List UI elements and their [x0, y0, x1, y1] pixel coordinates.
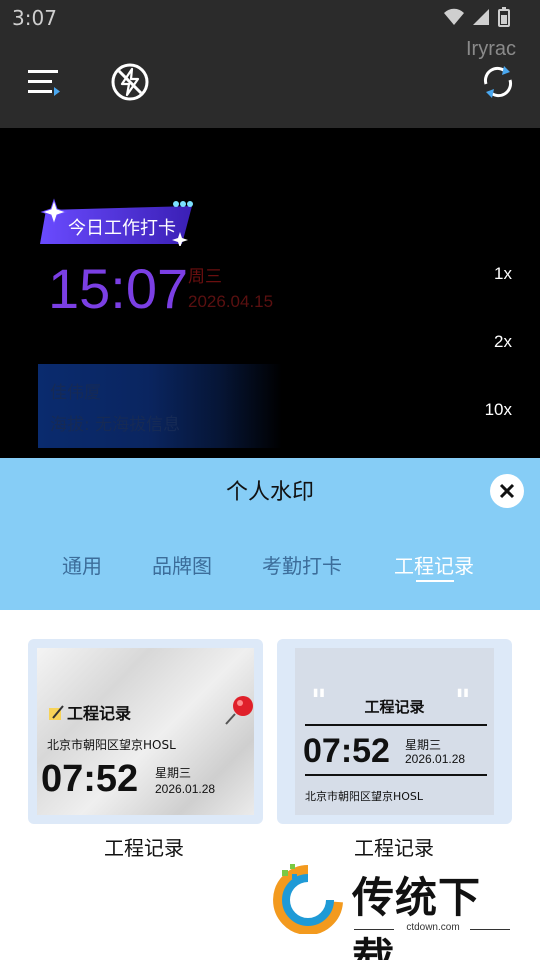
- template-1-date: 2026.01.28: [155, 782, 216, 796]
- template-1-time: 07:52: [41, 758, 139, 800]
- pushpin-icon: [225, 696, 253, 725]
- divider: [305, 774, 487, 776]
- watermark-sheet-header: 个人水印 通用 品牌图 考勤打卡 工程记录: [0, 458, 540, 610]
- flash-toggle-button[interactable]: [108, 60, 152, 104]
- template-1-label: 工程记录: [104, 836, 184, 860]
- template-2-time: 07:52: [303, 732, 390, 770]
- zoom-1x-button[interactable]: 1x: [494, 264, 512, 284]
- template-2-address: 北京市朝阳区望京HOSL: [305, 790, 424, 803]
- status-time: 3:07: [12, 6, 57, 30]
- menu-button[interactable]: [22, 60, 66, 104]
- note-icon: [49, 705, 64, 720]
- site-logo-icon: [273, 864, 343, 934]
- user-tag: Iryrac: [466, 38, 516, 60]
- template-card-2[interactable]: " " 工程记录 07:52 星期三 2026.01.28 北京市朝阳区望京HO…: [277, 639, 512, 824]
- tab-brand-image[interactable]: 品牌图: [152, 550, 212, 579]
- site-logo: 传统下载 ctdown.com: [268, 862, 518, 960]
- template-1-title: 工程记录: [67, 704, 132, 723]
- template-preview-1: 工程记录 北京市朝阳区望京HOSL 07:52 星期三 2026.01.28: [37, 648, 254, 815]
- flash-off-icon: [111, 63, 149, 101]
- watermark-time: 15:07: [48, 257, 189, 320]
- status-icons: [444, 7, 510, 27]
- divider: [305, 724, 487, 726]
- watermark-altitude: 海拔: 无海拔信息: [50, 415, 181, 435]
- watermark-badge-text: 今日工作打卡: [68, 218, 176, 239]
- divider: [470, 929, 510, 930]
- battery-icon: [498, 7, 510, 27]
- close-button[interactable]: [490, 474, 524, 508]
- tab-attendance[interactable]: 考勤打卡: [262, 550, 342, 579]
- watermark-name: 佳伟厦: [50, 383, 101, 403]
- template-2-label: 工程记录: [354, 836, 434, 860]
- tab-engineering-record[interactable]: 工程记录: [394, 550, 474, 579]
- refresh-icon: [483, 66, 513, 98]
- template-preview-2: " " 工程记录 07:52 星期三 2026.01.28 北京市朝阳区望京HO…: [295, 648, 494, 815]
- template-2-date: 2026.01.28: [405, 752, 466, 766]
- wifi-icon: [444, 8, 464, 25]
- template-card-1[interactable]: 工程记录 北京市朝阳区望京HOSL 07:52 星期三 2026.01.28: [28, 639, 263, 824]
- zoom-2x-button[interactable]: 2x: [494, 332, 512, 352]
- watermark-info-panel: 佳伟厦 海拔: 无海拔信息: [38, 364, 282, 448]
- site-logo-name: 传统下载: [352, 873, 482, 960]
- menu-icon: [28, 70, 60, 96]
- watermark-weekday: 周三: [188, 267, 222, 287]
- top-bar: 3:07 Iryrac: [0, 0, 540, 128]
- active-tab-indicator: [416, 580, 454, 582]
- template-2-weekday: 星期三: [405, 738, 442, 752]
- signal-icon: [473, 9, 489, 25]
- tab-general[interactable]: 通用: [62, 550, 102, 579]
- template-1-weekday: 星期三: [155, 766, 192, 780]
- watermark-badge: 今日工作打卡: [40, 198, 196, 250]
- sheet-title: 个人水印: [225, 480, 314, 505]
- template-1-address: 北京市朝阳区望京HOSL: [47, 738, 176, 752]
- site-logo-url: ctdown.com: [406, 922, 460, 933]
- zoom-10x-button[interactable]: 10x: [485, 400, 512, 420]
- watermark-date: 2026.04.15: [188, 292, 274, 311]
- switch-camera-button[interactable]: [476, 60, 520, 104]
- close-icon: [499, 483, 515, 499]
- camera-preview[interactable]: 今日工作打卡 15:07 周三 2026.04.15 佳伟厦 海拔: 无海拔信息…: [0, 128, 540, 458]
- template-2-title: 工程记录: [364, 698, 425, 716]
- tab-bar: 通用 品牌图 考勤打卡 工程记录: [0, 550, 540, 580]
